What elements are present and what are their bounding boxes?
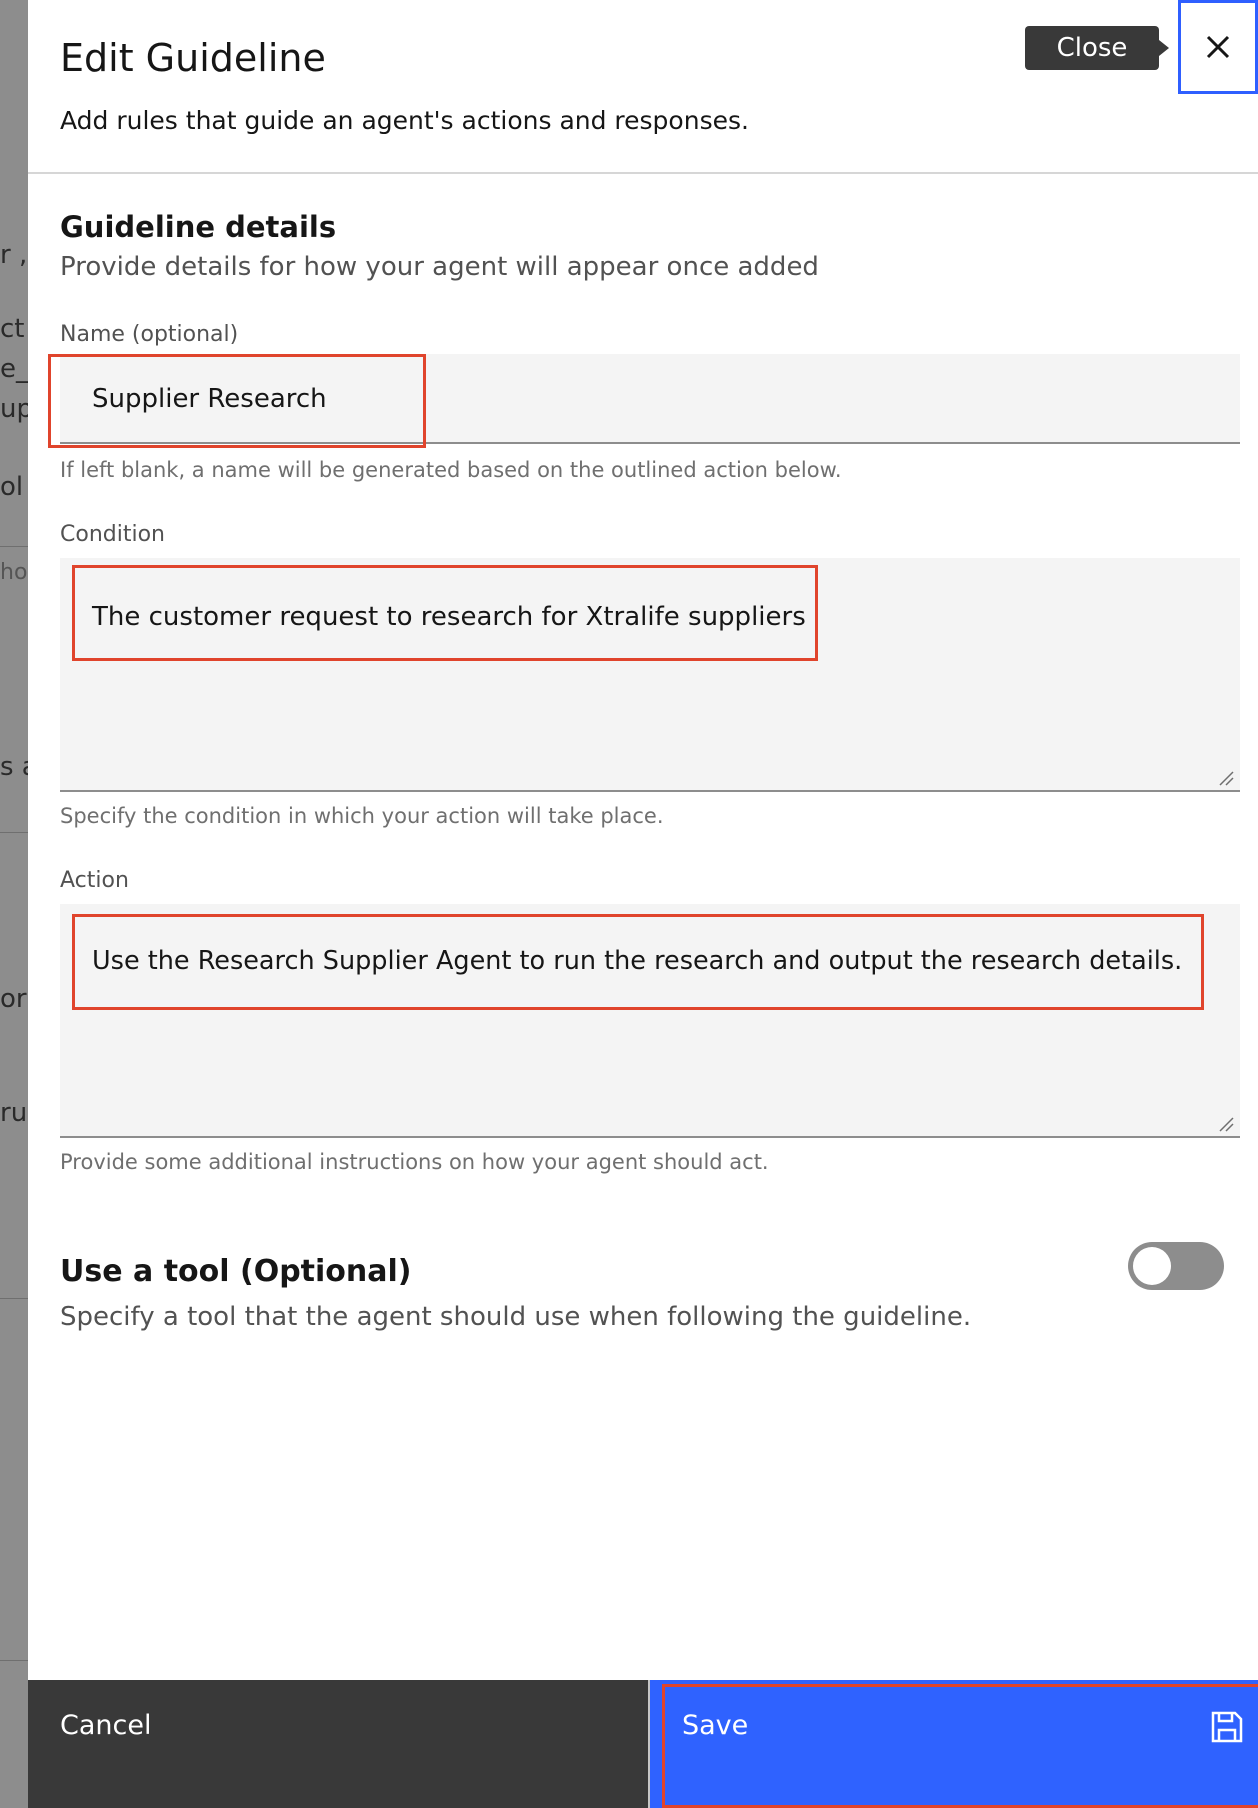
tool-section-subtitle: Specify a tool that the agent should use… <box>60 1302 972 1332</box>
condition-helper-text: Specify the condition in which your acti… <box>60 804 664 828</box>
background-divider <box>0 546 28 547</box>
panel-header: Edit Guideline Add rules that guide an a… <box>28 0 1258 174</box>
edit-guideline-panel: Edit Guideline Add rules that guide an a… <box>28 0 1258 1808</box>
condition-textarea[interactable]: The customer request to research for Xtr… <box>60 558 1240 792</box>
save-icon <box>1211 1711 1243 1743</box>
panel-subtitle: Add rules that guide an agent's actions … <box>60 106 749 135</box>
name-input-value: Supplier Research <box>92 384 327 414</box>
details-title: Guideline details <box>60 210 337 244</box>
cancel-button-label: Cancel <box>60 1710 152 1741</box>
action-label: Action <box>60 868 129 893</box>
background-divider <box>0 1660 28 1661</box>
close-button[interactable] <box>1178 0 1258 94</box>
background-page: r , ct n e_b up ol ho s a or . ru <box>0 0 28 1808</box>
panel-footer: Cancel Save <box>28 1680 1258 1808</box>
background-text: ct n <box>0 314 28 344</box>
use-tool-toggle[interactable] <box>1128 1242 1224 1290</box>
background-text: ho <box>0 560 28 585</box>
panel-title: Edit Guideline <box>60 36 326 80</box>
action-helper-text: Provide some additional instructions on … <box>60 1150 769 1174</box>
action-textarea-value: Use the Research Supplier Agent to run t… <box>92 946 1183 976</box>
save-button-label: Save <box>682 1710 749 1741</box>
background-text: up <box>0 394 28 424</box>
details-subtitle: Provide details for how your agent will … <box>60 252 819 282</box>
background-divider <box>0 832 28 833</box>
toggle-knob <box>1133 1247 1171 1285</box>
tool-section-title: Use a tool (Optional) <box>60 1254 412 1289</box>
background-text: or . <box>0 984 28 1014</box>
close-icon <box>1206 35 1230 59</box>
background-text: ru <box>0 1098 28 1128</box>
action-textarea[interactable]: Use the Research Supplier Agent to run t… <box>60 904 1240 1138</box>
background-text: s a <box>0 752 28 782</box>
resize-handle-icon[interactable] <box>1218 770 1234 786</box>
condition-textarea-value: The customer request to research for Xtr… <box>92 602 806 632</box>
close-tooltip: Close <box>1025 26 1169 70</box>
background-divider <box>0 1298 28 1299</box>
background-text: e_b <box>0 354 28 384</box>
save-button[interactable]: Save <box>650 1680 1258 1808</box>
name-label: Name (optional) <box>60 322 239 347</box>
condition-label: Condition <box>60 522 165 547</box>
cancel-button[interactable]: Cancel <box>28 1680 648 1808</box>
background-text: ol <box>0 472 24 502</box>
resize-handle-icon[interactable] <box>1218 1116 1234 1132</box>
name-input[interactable]: Supplier Research <box>60 354 1240 444</box>
name-helper-text: If left blank, a name will be generated … <box>60 458 842 482</box>
background-text: r , <box>0 240 28 270</box>
